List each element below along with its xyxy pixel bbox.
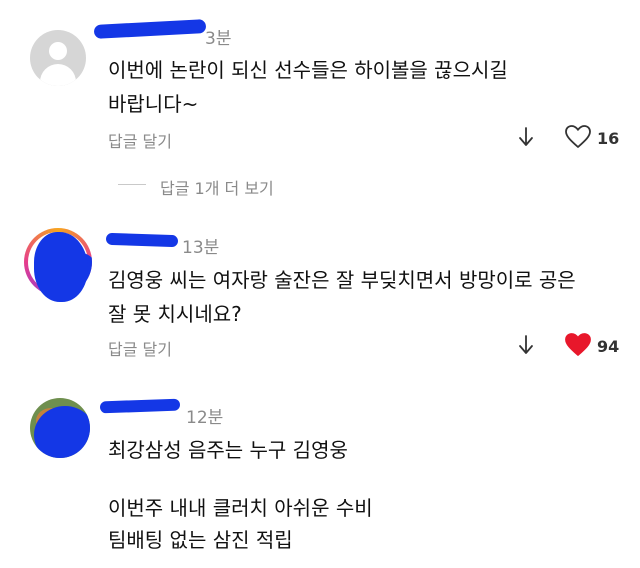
redaction-scribble <box>105 232 179 248</box>
comment-text-line: 팀배팅 없는 삼진 적립 <box>108 528 293 552</box>
profile-photo-avatar-icon[interactable] <box>30 398 90 458</box>
dislike-arrow-icon[interactable] <box>518 126 534 148</box>
redaction-scribble <box>34 232 88 302</box>
comment-timestamp: 3분 <box>205 29 232 49</box>
comment-text-line: 김영웅 씨는 여자랑 술잔은 잘 부딪치면서 방망이로 공은 <box>108 268 576 292</box>
reply-button[interactable]: 답글 달기 <box>108 128 172 152</box>
like-count: 94 <box>597 337 620 356</box>
reply-button[interactable]: 답글 달기 <box>108 336 172 360</box>
dislike-arrow-icon[interactable] <box>518 334 534 356</box>
like-heart-icon[interactable] <box>564 124 592 150</box>
comment-text-line: 최강삼성 음주는 누구 김영웅 <box>108 438 348 462</box>
comment-timestamp: 12분 <box>186 408 224 428</box>
comment-text-line: 잘 못 치시네요? <box>108 302 242 326</box>
comment-timestamp: 13분 <box>182 238 220 258</box>
comment-text-line: 바랍니다~ <box>108 92 199 116</box>
view-more-replies-button[interactable]: 답글 1개 더 보기 <box>160 175 274 199</box>
redaction-scribble <box>99 398 181 414</box>
comment-text-line: 이번에 논란이 되신 선수들은 하이볼을 끊으시길 <box>108 58 508 82</box>
like-heart-icon[interactable] <box>564 332 592 358</box>
default-user-avatar-icon[interactable] <box>30 30 86 86</box>
like-count: 16 <box>597 129 620 148</box>
comment-text-line: 이번주 내내 클러치 아쉬운 수비 <box>108 496 373 520</box>
divider-line <box>118 184 146 185</box>
